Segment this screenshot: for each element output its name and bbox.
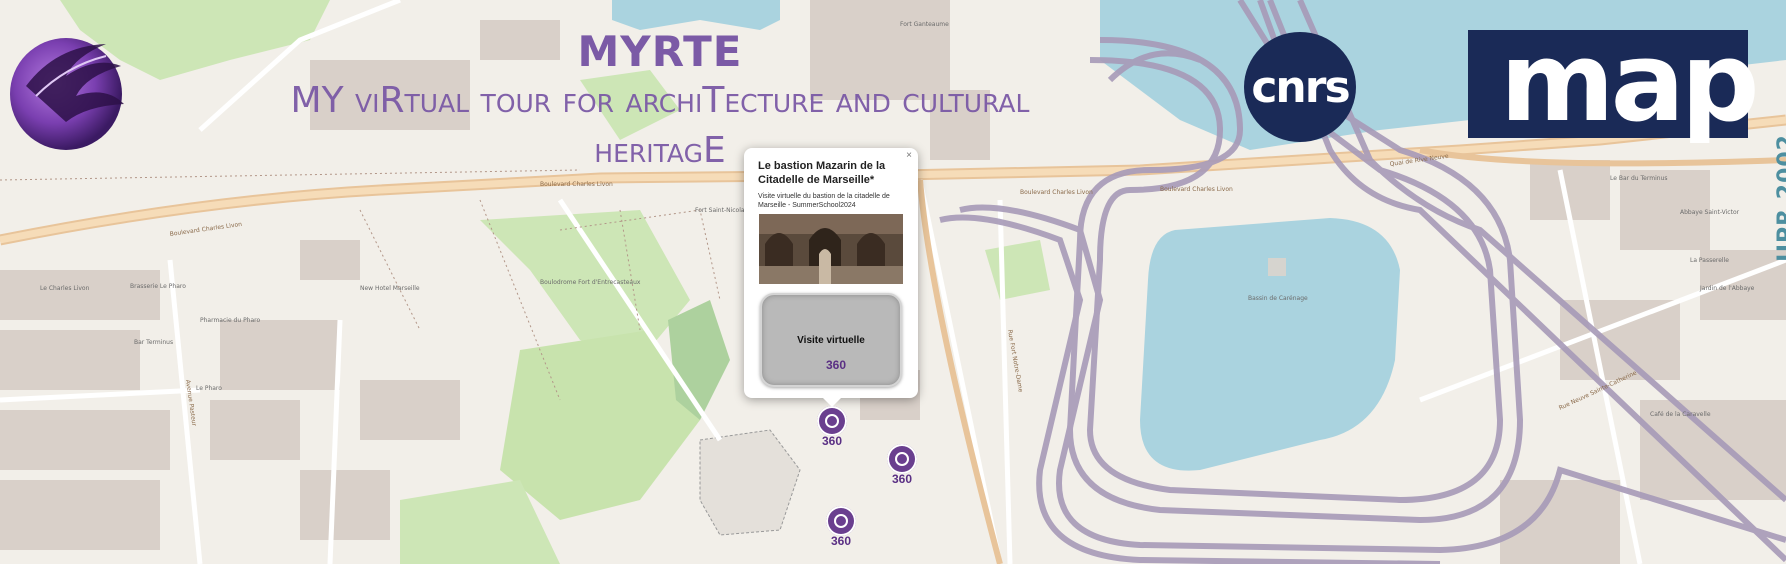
park-right-small: [985, 240, 1050, 300]
popup-panorama-image: [759, 214, 903, 284]
label-pharmacie-du-pharo: Pharmacie du Pharo: [200, 317, 260, 324]
map-logo-word: map: [1500, 18, 1760, 146]
label-bassin-carenage: Bassin de Carénage: [1248, 295, 1308, 302]
marker-360-4[interactable]: 360: [823, 506, 859, 550]
cnrs-logo[interactable]: cnrs: [1244, 32, 1356, 142]
popup-description: Visite virtuelle du bastion de la citade…: [758, 193, 890, 209]
label-bd-charles-livon-3: Boulevard Charles Livon: [1020, 189, 1093, 196]
site-subtitle: MY viRtual tour for archiTecture and cul…: [290, 80, 1030, 171]
label-cafe-la-caravelle: Café de la Caravelle: [1650, 411, 1711, 418]
map-upr-logo[interactable]: map UPR 2002: [1468, 22, 1786, 262]
label-bd-charles-livon-4: Boulevard Charles Livon: [1160, 186, 1233, 193]
label-brasserie-le-pharo: Brasserie Le Pharo: [130, 283, 186, 290]
popup-title: Le bastion Mazarin de la Citadelle de Ma…: [758, 160, 886, 186]
label-new-hotel-marseille: New Hotel Marseille: [360, 285, 420, 292]
site-title: MYRTE: [577, 27, 743, 76]
park-lower: [500, 330, 700, 520]
marker-360-1[interactable]: 360: [818, 358, 854, 402]
marker-360-2[interactable]: 360: [814, 406, 850, 450]
marker-label: 360: [825, 358, 847, 372]
label-le-charles-livon: Le Charles Livon: [40, 285, 90, 292]
label-bd-charles-livon-2: Boulevard Charles Livon: [540, 181, 613, 188]
water-top-left: [612, 0, 780, 30]
island: [1268, 258, 1286, 276]
marker-label: 360: [830, 534, 852, 548]
label-le-pharo: Le Pharo: [196, 385, 222, 392]
label-rue-fort-notre-dame: Rue Fort Notre-Dame: [1006, 329, 1024, 393]
marker-label: 360: [891, 472, 913, 486]
label-abbaye-st-victor: Abbaye Saint-Victor: [1680, 209, 1740, 216]
label-boulodrome: Boulodrome Fort d'Entrecasteaux: [540, 279, 641, 286]
citadel: [699, 429, 801, 536]
label-bd-charles-livon-1: Boulevard Charles Livon: [169, 221, 242, 238]
label-la-passerelle: La Passerelle: [1690, 257, 1729, 264]
label-bar-terminus: Bar Terminus: [134, 339, 173, 346]
marker-label: 360: [821, 434, 843, 448]
marker-360-3[interactable]: 360: [884, 444, 920, 488]
site-title-block: MYRTE MY viRtual tour for archiTecture a…: [250, 28, 1070, 176]
myrte-logo[interactable]: [6, 26, 136, 152]
water-bassin-carenage: [1140, 218, 1400, 471]
label-fort-ganteaume: Fort Ganteaume: [900, 21, 949, 28]
label-jardin-abbaye: Jardin de l'Abbaye: [1699, 285, 1755, 292]
map-logo-upr-text: UPR 2002: [1774, 134, 1786, 262]
label-fort-saint-nicolas: Fort Saint-Nicolas: [695, 207, 748, 214]
panorama-360-icon: [826, 506, 856, 536]
label-bar-le-terminus: Le Bar du Terminus: [1610, 175, 1667, 182]
panorama-360-icon: [887, 444, 917, 474]
panorama-360-icon: [817, 406, 847, 436]
